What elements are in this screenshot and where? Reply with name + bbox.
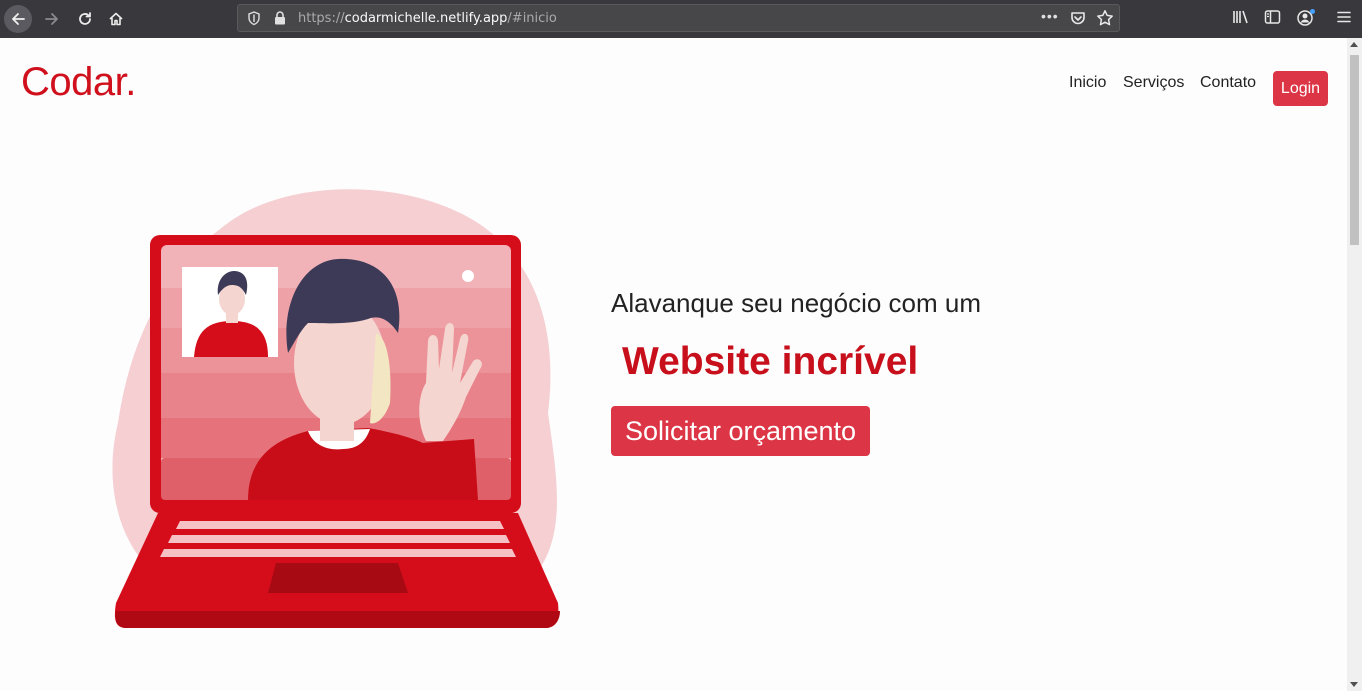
laptop-video-call-illustration	[112, 189, 561, 628]
vertical-scrollbar[interactable]	[1347, 38, 1362, 691]
scroll-thumb[interactable]	[1350, 55, 1359, 245]
forward-arrow-icon	[45, 13, 58, 25]
nav-link-servicos[interactable]: Serviços	[1123, 74, 1184, 92]
lock-icon[interactable]	[274, 11, 286, 25]
nav-link-inicio[interactable]: Inicio	[1069, 74, 1106, 92]
address-bar[interactable]: https://codarmichelle.netlify.app/#inici…	[237, 4, 1120, 32]
hero-title: Website incrível	[622, 340, 919, 383]
bookmark-star-icon[interactable]	[1096, 9, 1114, 27]
back-button[interactable]	[4, 5, 32, 33]
site-logo[interactable]: Codar.	[21, 60, 136, 105]
pocket-icon[interactable]	[1070, 10, 1086, 26]
home-button[interactable]	[102, 5, 130, 33]
laptop-trackpad	[268, 563, 408, 593]
page-actions-menu-icon[interactable]: •••	[1041, 8, 1059, 24]
request-quote-button[interactable]: Solicitar orçamento	[611, 406, 870, 456]
back-arrow-icon	[12, 13, 25, 25]
url-host: codarmichelle.netlify.app	[344, 11, 508, 26]
hamburger-menu-icon[interactable]	[1336, 9, 1352, 25]
sidebar-icon[interactable]	[1264, 9, 1281, 25]
url-text[interactable]: https://codarmichelle.netlify.app/#inici…	[298, 11, 557, 26]
webcam-dot	[462, 270, 474, 282]
forward-button[interactable]	[38, 5, 66, 33]
login-button[interactable]: Login	[1273, 71, 1328, 106]
hero-subtitle: Alavanque seu negócio com um	[611, 288, 982, 318]
reload-icon	[79, 12, 91, 25]
url-scheme: https://	[298, 11, 345, 26]
home-icon	[109, 12, 123, 26]
browser-toolbar: https://codarmichelle.netlify.app/#inici…	[0, 0, 1362, 38]
account-icon[interactable]	[1296, 9, 1316, 27]
nav-link-contato[interactable]: Contato	[1200, 74, 1256, 92]
reload-button[interactable]	[71, 5, 99, 33]
webpage: Codar. Inicio Serviços Contato Login Ala…	[0, 38, 1347, 691]
library-icon[interactable]	[1232, 9, 1250, 25]
shield-icon[interactable]	[247, 11, 261, 26]
url-path: /#inicio	[507, 11, 557, 26]
scroll-up-arrow-icon[interactable]	[1350, 42, 1358, 47]
scroll-down-arrow-icon[interactable]	[1350, 682, 1358, 687]
